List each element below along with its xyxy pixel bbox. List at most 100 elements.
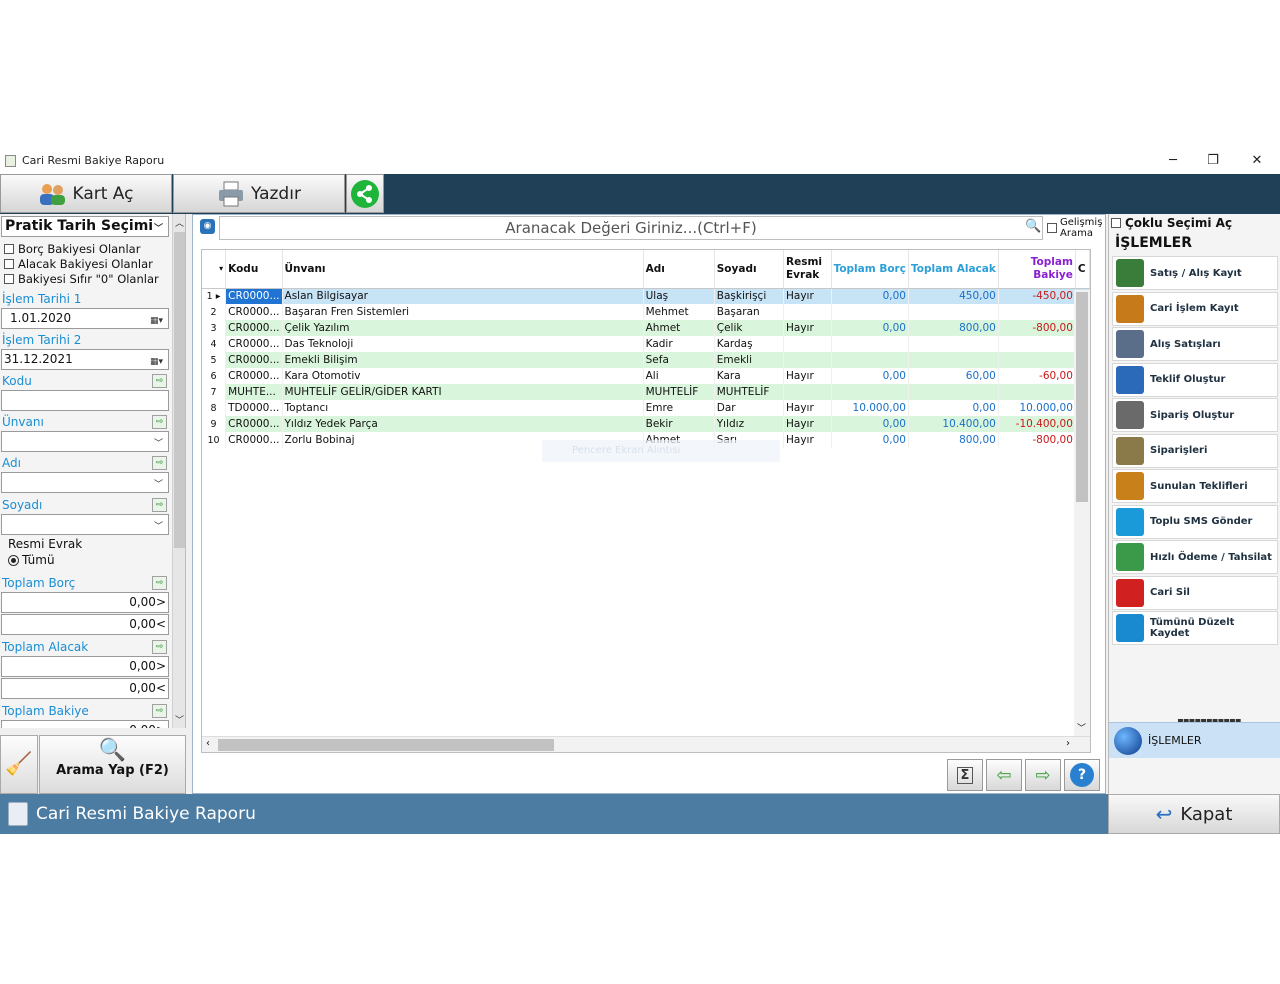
cell-resmi-evrak[interactable]: Hayır (783, 320, 832, 336)
col-toplam-borc[interactable]: Toplam Borç (831, 250, 909, 289)
row-number[interactable]: 2 (202, 304, 227, 320)
cell-adi[interactable]: Bekir (643, 416, 715, 432)
cell-toplam-bakiye[interactable]: -60,00 (998, 368, 1076, 384)
cell-adi[interactable]: Ulaş (643, 288, 715, 304)
cell-kodu[interactable]: CR0000... (225, 416, 283, 432)
left-scrollbar[interactable]: ︿ ﹀ (172, 214, 185, 728)
operation-item[interactable]: Satış / Alış Kayıt (1112, 256, 1278, 290)
grid-horizontal-scrollbar[interactable]: ‹ › (202, 736, 1090, 752)
cell-toplam-alacak[interactable]: 450,00 (908, 288, 999, 304)
toplam-alacak-min-input[interactable]: 0,00> (1, 656, 169, 677)
cell-adi[interactable]: Sefa (643, 352, 715, 368)
table-row[interactable]: 7 MUHTE... MUHTELİF GELİR/GİDER KARTI MUHTE… (202, 384, 1090, 400)
cell-resmi-evrak[interactable] (783, 352, 832, 368)
col-adi[interactable]: Adı (643, 250, 715, 289)
cell-kodu[interactable]: CR0000... (225, 368, 283, 384)
gelismis-arama-checkbox[interactable]: Gelişmiş Arama (1047, 217, 1102, 239)
previous-button[interactable]: ⇦ (986, 759, 1022, 791)
row-number[interactable]: 1 ▸ (202, 288, 227, 304)
resmi-evrak-radio[interactable]: Tümü (8, 553, 55, 567)
cell-toplam-bakiye[interactable]: -800,00 (998, 432, 1076, 448)
cell-adi[interactable]: Ahmet (643, 320, 715, 336)
clear-filters-button[interactable]: 🧹 (0, 735, 38, 794)
cell-toplam-bakiye[interactable]: -450,00 (998, 288, 1076, 304)
cell-soyadi[interactable]: Kardaş (714, 336, 785, 352)
coklu-secim-checkbox[interactable]: Çoklu Seçimi Aç (1111, 216, 1232, 230)
cell-toplam-alacak[interactable]: 60,00 (908, 368, 999, 384)
cell-toplam-alacak[interactable]: 10.400,00 (908, 416, 999, 432)
scroll-down-icon[interactable]: ﹀ (175, 713, 184, 726)
scroll-thumb[interactable] (218, 739, 554, 751)
cell-unvani[interactable]: Aslan Bilgisayar (282, 288, 644, 304)
cell-resmi-evrak[interactable]: Hayır (783, 416, 832, 432)
operation-item[interactable]: Tümünü Düzelt Kaydet (1112, 611, 1278, 645)
cell-toplam-alacak[interactable]: 0,00 (908, 400, 999, 416)
toplam-alacak-filter-icon[interactable]: ⇨ (152, 640, 167, 654)
col-resmi-evrak[interactable]: Resmi Evrak (783, 250, 832, 289)
col-soyadi[interactable]: Soyadı (714, 250, 785, 289)
cell-unvani[interactable]: Emekli Bilişim (282, 352, 644, 368)
cell-toplam-bakiye[interactable]: -800,00 (998, 320, 1076, 336)
cell-unvani[interactable]: Yıldız Yedek Parça (282, 416, 644, 432)
cell-toplam-alacak[interactable] (908, 336, 999, 352)
col-unvani[interactable]: Ünvanı (282, 250, 644, 289)
search-input[interactable]: Aranacak Değeri Giriniz...(Ctrl+F) (219, 216, 1043, 240)
cell-soyadi[interactable]: Çelik (714, 320, 785, 336)
cell-toplam-borc[interactable]: 0,00 (831, 320, 909, 336)
table-row[interactable]: 9 CR0000... Yıldız Yedek Parça Bekir Yıldız H… (202, 416, 1090, 432)
cell-toplam-bakiye[interactable]: -10.400,00 (998, 416, 1076, 432)
collapse-icon[interactable]: ◉ (200, 219, 215, 234)
cell-toplam-borc[interactable] (831, 304, 909, 320)
share-button[interactable] (346, 174, 384, 213)
cell-toplam-borc[interactable] (831, 384, 909, 400)
row-indicator-header[interactable]: ▾ (202, 250, 227, 289)
pratik-tarih-select[interactable]: Pratik Tarih Seçimi ﹀ (1, 216, 169, 237)
cell-toplam-alacak[interactable] (908, 352, 999, 368)
next-button[interactable]: ⇨ (1025, 759, 1061, 791)
cell-soyadi[interactable]: MUHTELİF (714, 384, 785, 400)
sum-button[interactable]: Σ (947, 759, 983, 791)
cell-toplam-bakiye[interactable] (998, 336, 1076, 352)
col-toplam-alacak[interactable]: Toplam Alacak (908, 250, 999, 289)
row-number[interactable]: 7 (202, 384, 227, 400)
minimize-button[interactable]: ─ (1158, 151, 1188, 171)
help-button[interactable]: ? (1064, 759, 1100, 791)
soyadi-filter-icon[interactable]: ⇨ (152, 498, 167, 512)
cell-toplam-borc[interactable]: 0,00 (831, 432, 909, 448)
table-row[interactable]: 6 CR0000... Kara Otomotiv Ali Kara Hayır 0,00 6… (202, 368, 1090, 384)
row-number[interactable]: 9 (202, 416, 227, 432)
cell-soyadi[interactable]: Dar (714, 400, 785, 416)
cell-toplam-alacak[interactable] (908, 304, 999, 320)
cell-resmi-evrak[interactable]: Hayır (783, 432, 832, 448)
table-row[interactable]: 4CR0000...Das TeknolojiKadirKardaşM (202, 336, 1090, 352)
cell-kodu[interactable]: CR0000... (225, 288, 283, 304)
cell-toplam-borc[interactable]: 0,00 (831, 288, 909, 304)
toplam-bakiye-min-input[interactable]: 0,00> (1, 720, 169, 728)
toplam-borc-min-input[interactable]: 0,00> (1, 592, 169, 613)
operation-item[interactable]: Alış Satışları (1112, 327, 1278, 361)
cell-kodu[interactable]: CR0000... (225, 320, 283, 336)
adi-filter-icon[interactable]: ⇨ (152, 456, 167, 470)
kodu-input[interactable] (1, 390, 169, 411)
col-kodu[interactable]: Kodu (225, 250, 283, 289)
cell-soyadi[interactable]: Emekli (714, 352, 785, 368)
row-number[interactable]: 5 (202, 352, 227, 368)
cell-unvani[interactable]: MUHTELİF GELİR/GİDER KARTI (282, 384, 644, 400)
cell-toplam-bakiye[interactable] (998, 352, 1076, 368)
toplam-borc-filter-icon[interactable]: ⇨ (152, 576, 167, 590)
cell-toplam-bakiye[interactable] (998, 384, 1076, 400)
cell-soyadi[interactable]: Yıldız (714, 416, 785, 432)
borc-bakiyesi-checkbox[interactable]: Borç Bakiyesi Olanlar (4, 242, 140, 256)
cell-kodu[interactable]: CR0000... (225, 432, 283, 448)
cell-toplam-bakiye[interactable] (998, 304, 1076, 320)
cell-toplam-borc[interactable] (831, 352, 909, 368)
kart-ac-button[interactable]: Kart Aç (0, 174, 172, 213)
cell-unvani[interactable]: Başaran Fren Sistemleri (282, 304, 644, 320)
cell-kodu[interactable]: CR0000... (225, 304, 283, 320)
operation-item[interactable]: Cari Sil (1112, 575, 1278, 610)
cell-toplam-alacak[interactable] (908, 384, 999, 400)
row-number[interactable]: 4 (202, 336, 227, 352)
scroll-thumb[interactable] (1076, 292, 1088, 502)
cell-toplam-borc[interactable] (831, 336, 909, 352)
cell-unvani[interactable]: Çelik Yazılım (282, 320, 644, 336)
